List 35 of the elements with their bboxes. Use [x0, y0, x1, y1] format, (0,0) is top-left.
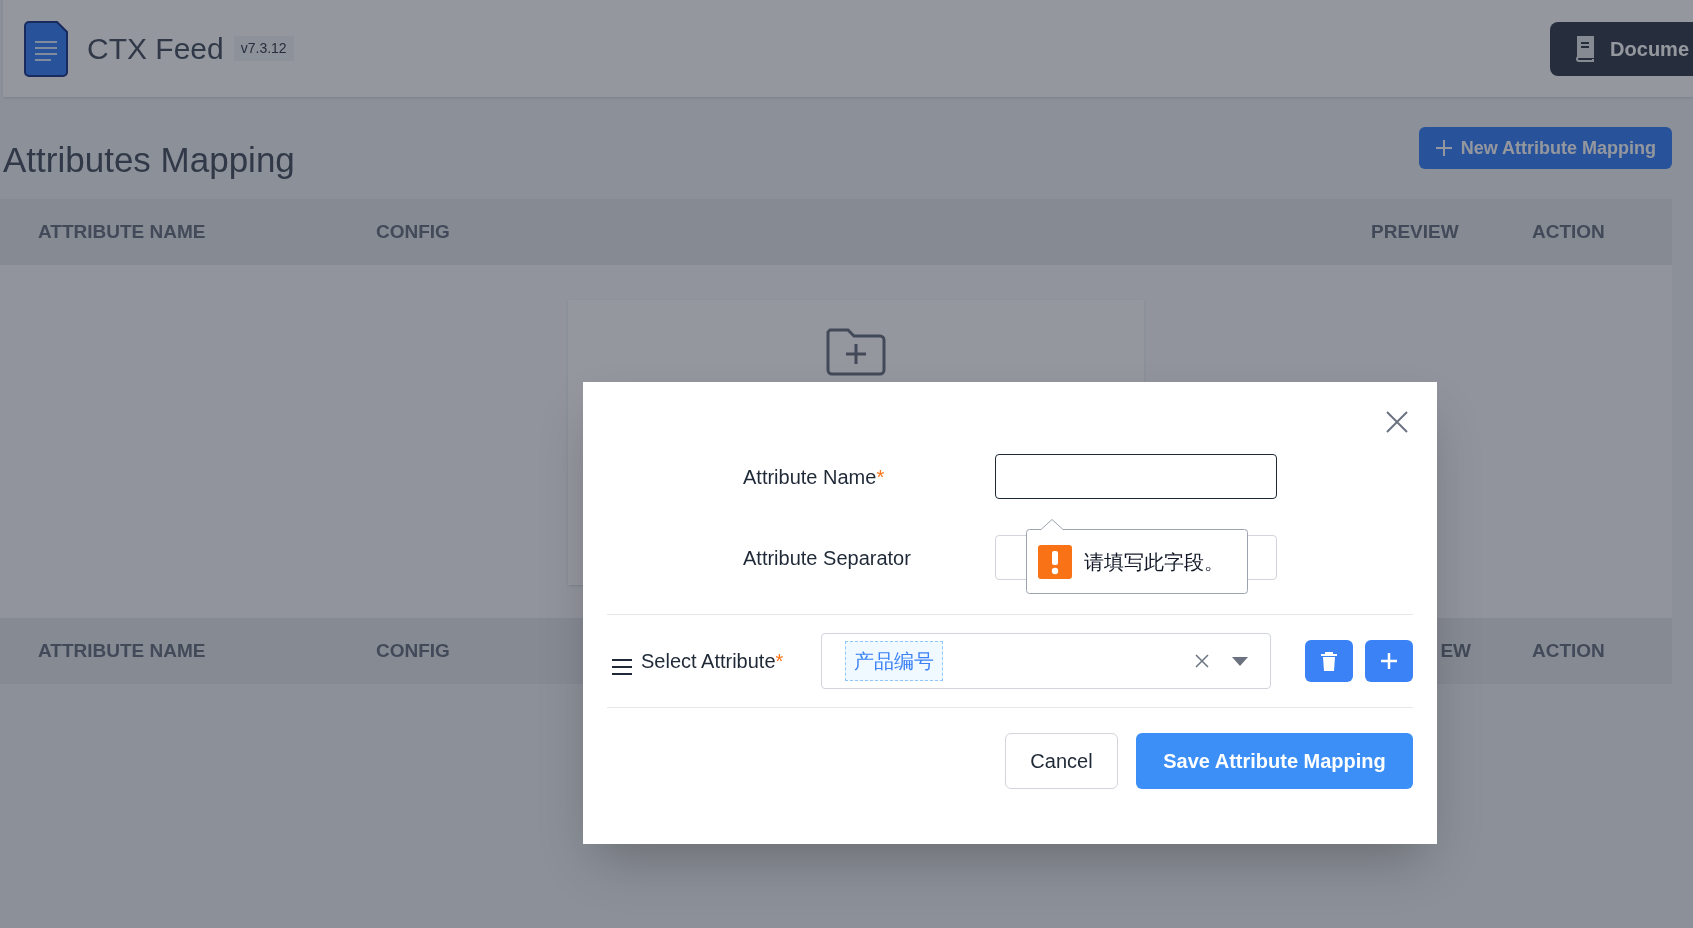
close-icon: [1386, 411, 1408, 433]
tooltip-message: 请填写此字段。: [1084, 550, 1224, 575]
delete-button[interactable]: [1305, 640, 1353, 682]
add-button[interactable]: [1365, 640, 1413, 682]
version-label: v7.3.12: [233, 36, 294, 61]
folder-plus-icon: [826, 328, 886, 376]
column-header: ATTRIBUTE NAME: [38, 638, 206, 663]
trash-icon: [1321, 651, 1337, 671]
cancel-button[interactable]: Cancel: [1005, 733, 1118, 789]
new-mapping-button[interactable]: New Attribute Mapping: [1418, 127, 1672, 169]
plus-icon: [1380, 652, 1398, 670]
selected-tag: 产品编号: [845, 641, 943, 681]
caret-icon[interactable]: [1232, 656, 1248, 666]
save-button[interactable]: Save Attribute Mapping: [1136, 733, 1413, 789]
plus-icon: [1434, 139, 1453, 157]
documentation-button[interactable]: Docume: [1550, 21, 1693, 76]
column-header: ATTRIBUTE NAME: [38, 219, 206, 244]
column-header: CONFIG: [376, 638, 450, 663]
column-header: ACTION: [1532, 638, 1605, 663]
column-header: PREVIEW: [1371, 219, 1459, 244]
page-title: Attributes Mapping: [3, 142, 295, 177]
column-header: ACTION: [1532, 219, 1605, 244]
field-label: Attribute Name*: [743, 464, 886, 490]
book-icon: [1574, 35, 1597, 62]
field-label: Select Attribute*: [641, 649, 785, 674]
column-header: CONFIG: [376, 219, 450, 244]
clear-icon[interactable]: [1195, 654, 1209, 668]
document-icon: [23, 19, 69, 78]
warning-icon: [1038, 545, 1072, 579]
field-label: Attribute Separator: [743, 545, 912, 571]
attribute-select[interactable]: 产品编号: [821, 633, 1271, 689]
menu-icon: [611, 658, 633, 676]
app-name: CTX Feed: [87, 31, 224, 67]
text-field[interactable]: [995, 454, 1277, 499]
column-header: EW: [1440, 638, 1471, 663]
